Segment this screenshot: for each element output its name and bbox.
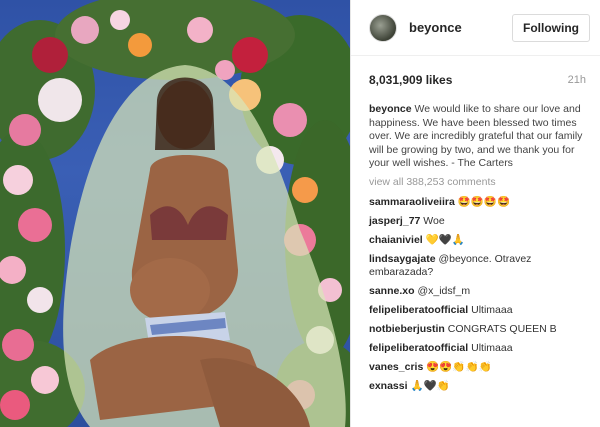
comment-username[interactable]: notbieberjustin (369, 323, 445, 335)
comment-text: Ultimaaa (471, 303, 513, 316)
comment-username[interactable]: vanes_cris (369, 361, 423, 373)
comment-username[interactable]: sammaraoliveiira (369, 196, 455, 208)
comment-text: @x_idsf_m (417, 284, 471, 297)
comment-username[interactable]: sanne.xo (369, 285, 415, 297)
comment-username[interactable]: felipeliberatoofficial (369, 304, 468, 316)
caption: beyonce We would like to share our love … (351, 87, 600, 171)
comment-list: sammaraoliveiira 🤩🤩🤩🤩 jasperj_77 Woe cha… (351, 188, 600, 393)
comment: exnassi 🙏🖤👏 (369, 380, 590, 393)
comment: jasperj_77 Woe (369, 215, 590, 228)
comment: notbieberjustin CONGRATS QUEEN B (369, 323, 590, 336)
comment-username[interactable]: lindsaygajate (369, 253, 436, 265)
comment-text: CONGRATS QUEEN B (447, 322, 557, 335)
username[interactable]: beyonce (409, 20, 512, 35)
comment-username[interactable]: jasperj_77 (369, 215, 420, 227)
comment-username[interactable]: exnassi (369, 380, 408, 392)
comment: lindsaygajate @beyonce. Otravez embaraza… (369, 253, 590, 279)
likes-count[interactable]: 8,031,909 likes (369, 73, 452, 87)
photo-illustration (0, 0, 350, 427)
post-photo[interactable] (0, 0, 350, 427)
comment: vanes_cris 😍😍👏👏👏 (369, 361, 590, 374)
view-all-comments-link[interactable]: view all 388,253 comments (351, 171, 600, 188)
comment: sammaraoliveiira 🤩🤩🤩🤩 (369, 196, 590, 209)
comment-text: 🙏🖤👏 (410, 379, 450, 392)
avatar[interactable] (369, 13, 397, 42)
caption-username[interactable]: beyonce (369, 103, 412, 115)
post-header: beyonce Following (351, 0, 600, 56)
likes-row: 8,031,909 likes 21h (351, 56, 600, 87)
comment-username[interactable]: felipeliberatoofficial (369, 342, 468, 354)
comment-text: Ultimaaa (471, 341, 513, 354)
comment-username[interactable]: chaianiviel (369, 234, 423, 246)
comment: chaianiviel 💛🖤🙏 (369, 234, 590, 247)
comment: felipeliberatoofficial Ultimaaa (369, 342, 590, 355)
comment-text: 💛🖤🙏 (425, 233, 465, 246)
comment-text: 🤩🤩🤩🤩 (457, 195, 511, 208)
comment-text: 😍😍👏👏👏 (426, 360, 492, 373)
comment: sanne.xo @x_idsf_m (369, 285, 590, 298)
comment: felipeliberatoofficial Ultimaaa (369, 304, 590, 317)
following-button[interactable]: Following (512, 13, 590, 42)
comment-text: Woe (423, 214, 445, 227)
post-time[interactable]: 21h (568, 74, 586, 86)
post-details-panel: beyonce Following 8,031,909 likes 21h be… (350, 0, 600, 427)
